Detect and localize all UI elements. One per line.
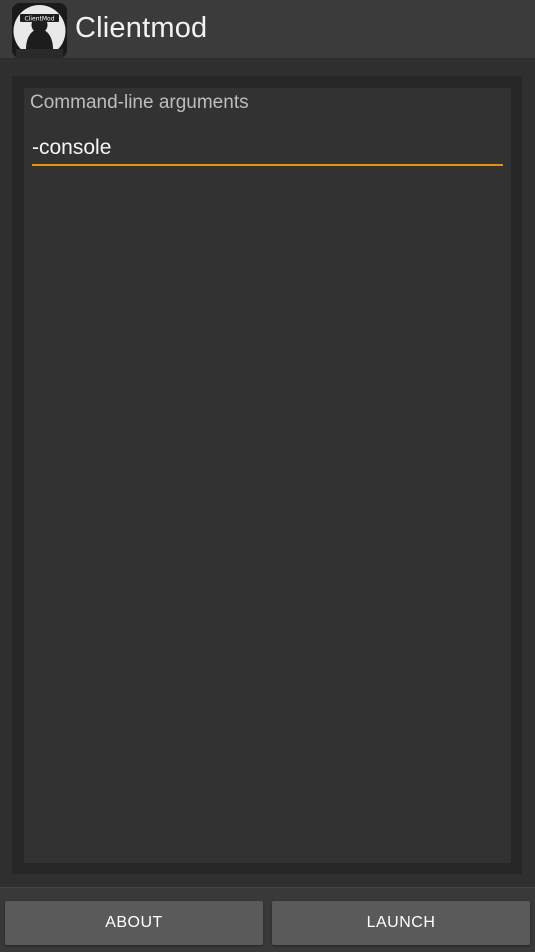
app-bar: ClientMod Clientmod — [0, 0, 535, 59]
args-panel-inner: Command-line arguments — [24, 88, 511, 863]
args-panel: Command-line arguments — [12, 76, 522, 874]
about-button[interactable]: ABOUT — [5, 901, 263, 945]
clientmod-logo-icon: ClientMod — [12, 3, 67, 58]
args-label: Command-line arguments — [30, 92, 249, 113]
logo-text: ClientMod — [24, 16, 54, 23]
app-title: Clientmod — [75, 12, 208, 44]
args-input[interactable] — [32, 132, 503, 166]
bottom-bar: ABOUT LAUNCH — [0, 887, 535, 952]
main-content: Command-line arguments — [0, 62, 535, 886]
launch-button[interactable]: LAUNCH — [272, 901, 530, 945]
